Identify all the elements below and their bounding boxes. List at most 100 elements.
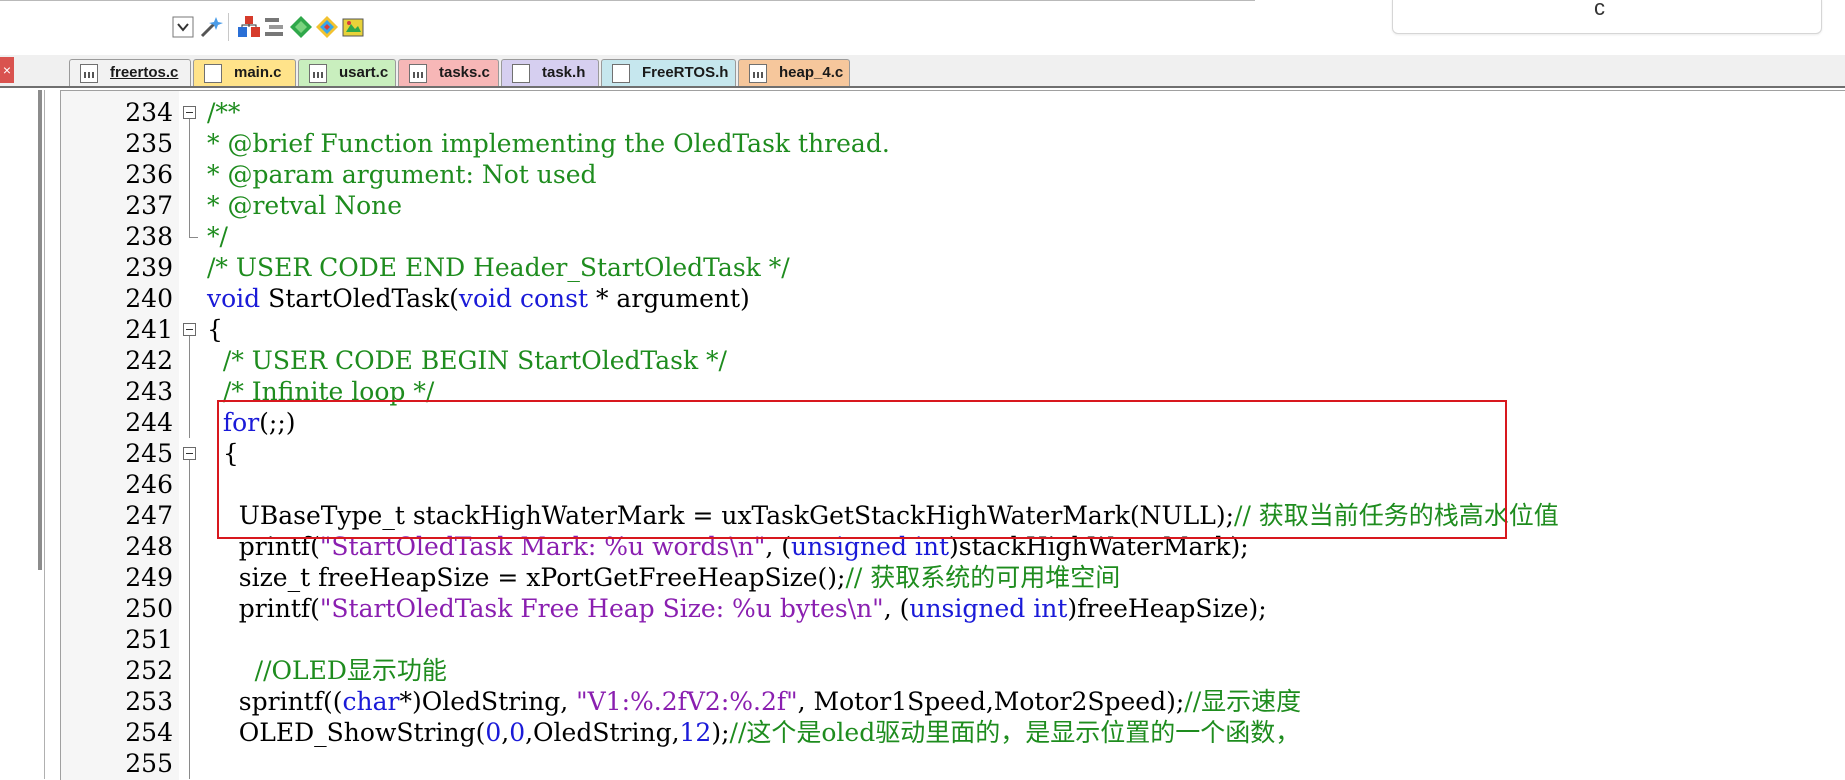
line-number: 255 [125,749,173,778]
left-scrollbar[interactable] [38,90,42,570]
tab-usart-c[interactable]: usart.c [298,59,396,86]
code-token: , [501,718,510,747]
code-text: * @brief Function implementing the OledT… [207,128,890,159]
tab-freertos-c[interactable]: freertos.c [69,59,191,86]
code-token: ,OledString, [525,718,680,747]
header-file-icon [612,64,630,83]
code-token: , ( [765,532,792,561]
dropdown-icon[interactable] [170,14,196,40]
code-text: /** [207,97,240,128]
line-number: 238 [125,222,173,251]
tab-label: freertos.c [110,64,179,81]
line-number: 237 [125,191,173,220]
tab-main-c[interactable]: main.c [193,59,296,86]
code-comment: /* USER CODE BEGIN StartOledTask */ [207,346,727,375]
toolbar-separator [228,13,229,41]
line-number: 241 [125,315,173,344]
code-token: *)OledString, [399,687,577,716]
tab-label: task.h [542,64,586,81]
code-token: StartOledTask( [260,284,459,313]
side-panel-text: c [1594,0,1605,20]
line-number: 254 [125,718,173,747]
fold-guide [181,252,201,283]
fold-toggle-icon[interactable] [181,314,201,345]
tab-task-h[interactable]: task.h [501,59,599,86]
fold-guide [181,128,201,159]
code-token: * argument) [588,284,750,313]
tab-label: usart.c [339,64,389,81]
c-file-icon [749,64,767,83]
fold-guide [181,407,201,438]
c-file-icon [409,64,427,83]
code-text: sprintf((char*)OledString, "V1:%.2fV2:%.… [207,686,1301,717]
close-icon[interactable]: × [0,57,14,83]
code-string: "V1:%.2fV2:%.2f" [576,687,798,716]
code-comment: * @brief Function implementing the OledT… [207,129,890,158]
tab-bar: × freertos.c main.c usart.c tasks.c task.h Fr… [0,55,1845,88]
code-token: , ( [883,594,910,623]
code-text: void StartOledTask(void const * argument… [207,283,750,314]
line-number: 249 [125,563,173,592]
code-comment: * @param argument: Not used [207,160,597,189]
code-token: { [207,315,223,344]
code-number: 12 [679,718,712,747]
code-number: 0 [509,718,526,747]
fold-guide [181,531,201,562]
tab-freertos-h[interactable]: FreeRTOS.h [601,59,736,86]
code-comment: /** [207,98,241,127]
fold-guide [181,159,201,190]
code-comment: * @retval None [207,191,403,220]
code-text: UBaseType_t stackHighWaterMark = uxTaskG… [207,500,1559,531]
code-text: OLED_ShowString(0,0,OledString,12);//这个是… [207,717,1300,748]
line-number: 245 [125,439,173,468]
header-file-icon [512,64,530,83]
code-keyword: unsigned int [791,532,950,561]
code-keyword: for [222,408,260,437]
tab-heap-4-c[interactable]: heap_4.c [738,59,850,86]
code-editor[interactable]: 234 /** 235 * @brief Function implementing … [60,90,1845,780]
wand-icon[interactable] [198,14,224,40]
code-comment: // 获取系统的可用堆空间 [845,563,1121,592]
fold-toggle-icon[interactable] [181,97,201,128]
code-text: /* USER CODE END Header_StartOledTask */ [207,252,790,283]
code-token: UBaseType_t stackHighWaterMark = uxTaskG… [207,501,1235,530]
code-text: /* USER CODE BEGIN StartOledTask */ [207,345,727,376]
tab-tasks-c[interactable]: tasks.c [398,59,499,86]
diamond-green-icon[interactable] [288,14,314,40]
code-comment: // 获取当前任务的栈高水位值 [1234,501,1559,530]
tab-bar-underline [0,86,1845,88]
code-comment: /* USER CODE END Header_StartOledTask */ [207,253,790,282]
code-comment: //显示速度 [1184,687,1302,716]
line-number: 234 [125,98,173,127]
code-text: */ [207,221,228,252]
code-token: OLED_ShowString( [207,718,486,747]
header-file-icon [204,64,222,83]
line-number: 250 [125,594,173,623]
code-keyword: char [342,687,400,716]
tab-label: FreeRTOS.h [642,64,729,81]
code-keyword: void const [458,284,589,313]
code-text: printf("StartOledTask Mark: %u words\n",… [207,531,1249,562]
line-number: 247 [125,501,173,530]
build-target-icon[interactable] [236,14,262,40]
c-file-icon [80,64,98,83]
line-number: 240 [125,284,173,313]
line-number: 242 [125,346,173,375]
code-text: for(;;) [207,407,296,438]
diamond-multi-icon[interactable] [314,14,340,40]
line-number: 252 [125,656,173,685]
line-number: 236 [125,160,173,189]
code-comment: /* Infinite loop */ [207,377,435,406]
line-number: 243 [125,377,173,406]
fold-toggle-icon[interactable] [181,438,201,469]
package-icon[interactable] [340,14,366,40]
stack-icon[interactable] [262,14,288,40]
fold-guide [181,686,201,717]
toolbar [0,1,1255,44]
code-keyword: unsigned int [909,594,1068,623]
fold-guide [181,748,201,779]
fold-guide [181,655,201,686]
tab-label: tasks.c [439,64,490,81]
code-token: printf( [207,594,320,623]
